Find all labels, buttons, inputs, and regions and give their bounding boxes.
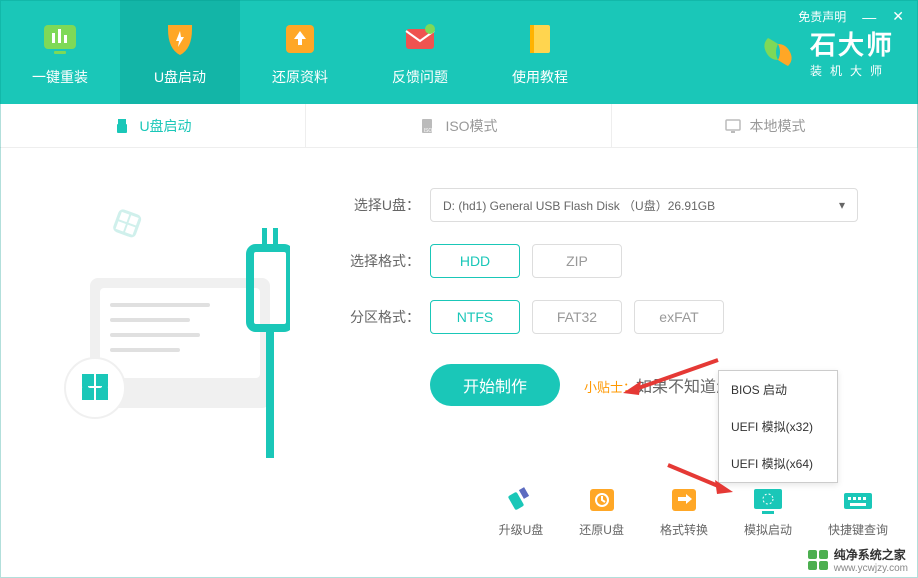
nav-feedback[interactable]: 反馈问题 bbox=[360, 0, 480, 104]
nav-label: 反馈问题 bbox=[392, 67, 448, 87]
header: 免责声明 — ✕ 一键重装 U盘启动 还原资料 反馈问题 bbox=[0, 0, 918, 104]
monitor-icon bbox=[724, 117, 742, 135]
partition-label: 分区格式： bbox=[340, 307, 420, 327]
format-zip[interactable]: ZIP bbox=[532, 244, 622, 278]
watermark-url: www.ycwjzy.com bbox=[834, 563, 908, 574]
tool-format-convert[interactable]: 格式转换 bbox=[660, 485, 708, 538]
nav-label: 一键重装 bbox=[32, 67, 88, 87]
shield-icon bbox=[158, 17, 202, 61]
nav-label: 还原资料 bbox=[272, 67, 328, 87]
simulate-icon bbox=[750, 485, 786, 515]
tool-label: 模拟启动 bbox=[744, 521, 792, 538]
tool-hotkey[interactable]: 快捷键查询 bbox=[828, 485, 888, 538]
format-hdd[interactable]: HDD bbox=[430, 244, 520, 278]
tool-upgrade-usb[interactable]: 升级U盘 bbox=[499, 485, 544, 538]
nav-label: 使用教程 bbox=[512, 67, 568, 87]
iso-icon: ISO bbox=[419, 117, 437, 135]
menu-bios[interactable]: BIOS 启动 bbox=[719, 371, 837, 408]
menu-uefi32[interactable]: UEFI 模拟(x32) bbox=[719, 408, 837, 445]
disk-select[interactable]: D: (hd1) General USB Flash Disk （U盘）26.9… bbox=[430, 188, 858, 222]
tool-label: 升级U盘 bbox=[499, 521, 544, 538]
partition-fat32[interactable]: FAT32 bbox=[532, 300, 622, 334]
nav-reinstall[interactable]: 一键重装 bbox=[0, 0, 120, 104]
usb-upgrade-icon bbox=[503, 485, 539, 515]
watermark-logo-icon bbox=[808, 550, 828, 570]
disk-value: D: (hd1) General USB Flash Disk （U盘）26.9… bbox=[443, 197, 715, 214]
tab-usb[interactable]: U盘启动 bbox=[0, 104, 306, 147]
annotation-arrow-icon bbox=[623, 355, 723, 395]
book-icon bbox=[518, 17, 562, 61]
disclaimer-link[interactable]: 免责声明 bbox=[798, 8, 846, 25]
tool-label: 快捷键查询 bbox=[828, 521, 888, 538]
close-button[interactable]: ✕ bbox=[892, 8, 904, 25]
tab-iso[interactable]: ISO ISO模式 bbox=[306, 104, 612, 147]
logo: 石大师 装机大师 bbox=[756, 25, 894, 79]
window-controls: 免责声明 — ✕ bbox=[798, 8, 904, 25]
mail-icon bbox=[398, 17, 442, 61]
format-label: 选择格式： bbox=[340, 251, 420, 271]
partition-exfat[interactable]: exFAT bbox=[634, 300, 724, 334]
chevron-down-icon: ▾ bbox=[839, 198, 845, 212]
tool-label: 还原U盘 bbox=[579, 521, 624, 538]
tool-restore-usb[interactable]: 还原U盘 bbox=[579, 485, 624, 538]
minimize-button[interactable]: — bbox=[862, 9, 876, 25]
start-button[interactable]: 开始制作 bbox=[430, 364, 560, 406]
logo-subtitle: 装机大师 bbox=[810, 62, 894, 79]
nav-usb-boot[interactable]: U盘启动 bbox=[120, 0, 240, 104]
tool-simulate-boot[interactable]: 模拟启动 bbox=[744, 485, 792, 538]
tab-label: 本地模式 bbox=[750, 116, 806, 136]
convert-icon bbox=[666, 485, 702, 515]
nav-restore[interactable]: 还原资料 bbox=[240, 0, 360, 104]
tab-local[interactable]: 本地模式 bbox=[612, 104, 918, 147]
restore-icon bbox=[584, 485, 620, 515]
partition-ntfs[interactable]: NTFS bbox=[430, 300, 520, 334]
tool-label: 格式转换 bbox=[660, 521, 708, 538]
upload-icon bbox=[278, 17, 322, 61]
mode-tabs: U盘启动 ISO ISO模式 本地模式 bbox=[0, 104, 918, 148]
menu-uefi64[interactable]: UEFI 模拟(x64) bbox=[719, 445, 837, 482]
tab-label: ISO模式 bbox=[445, 116, 497, 136]
watermark: 纯净系统之家 www.ycwjzy.com bbox=[808, 546, 908, 574]
bottom-toolbar: 升级U盘 还原U盘 格式转换 模拟启动 快捷键查询 bbox=[499, 485, 888, 538]
tab-label: U盘启动 bbox=[139, 116, 191, 136]
svg-text:ISO: ISO bbox=[424, 128, 433, 134]
logo-title: 石大师 bbox=[810, 25, 894, 62]
chart-icon bbox=[38, 17, 82, 61]
nav-tutorial[interactable]: 使用教程 bbox=[480, 0, 600, 104]
boot-mode-menu: BIOS 启动 UEFI 模拟(x32) UEFI 模拟(x64) bbox=[718, 370, 838, 483]
disk-label: 选择U盘： bbox=[340, 195, 420, 215]
illustration bbox=[40, 178, 290, 468]
usb-icon bbox=[113, 117, 131, 135]
watermark-name: 纯净系统之家 bbox=[834, 546, 908, 563]
logo-icon bbox=[756, 30, 800, 74]
keyboard-icon bbox=[840, 485, 876, 515]
nav-label: U盘启动 bbox=[154, 67, 206, 87]
main-nav: 一键重装 U盘启动 还原资料 反馈问题 使用教程 bbox=[0, 0, 600, 104]
